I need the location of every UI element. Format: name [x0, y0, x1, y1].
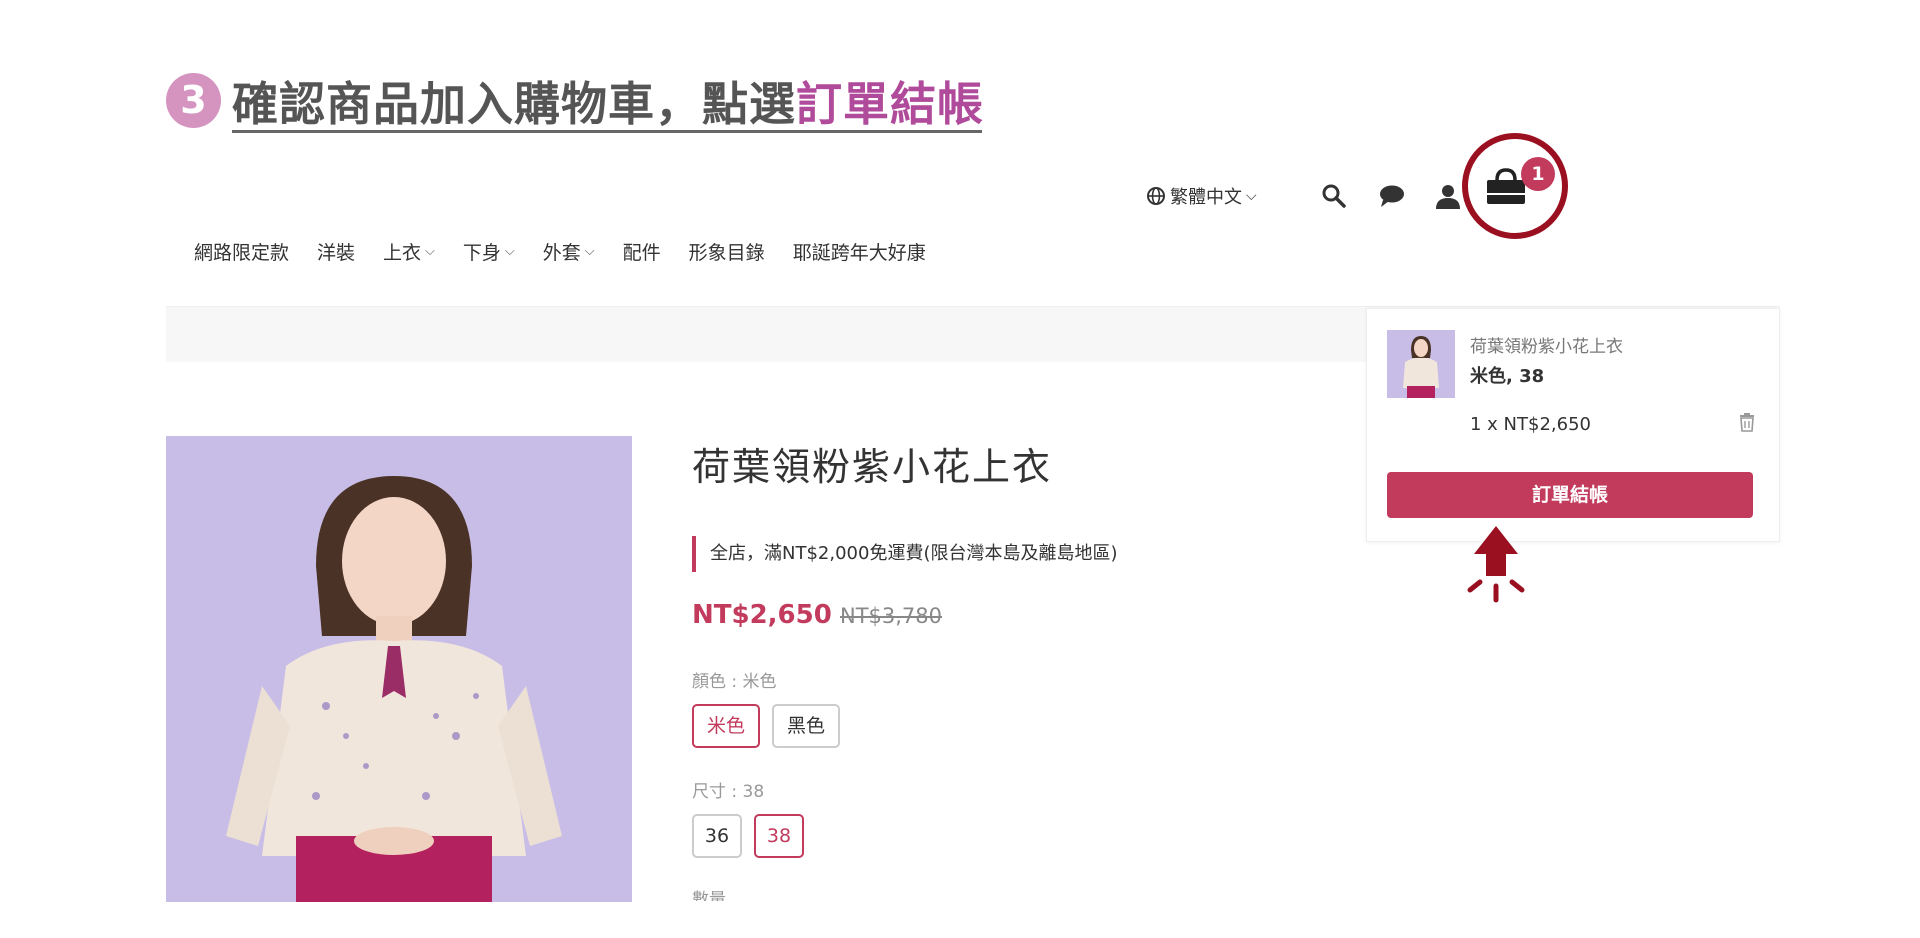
- cart-count-badge: 1: [1521, 157, 1555, 191]
- trash-icon[interactable]: [1738, 412, 1756, 432]
- cart-item-variant: 米色, 38: [1470, 366, 1545, 387]
- step-title-underline: [232, 130, 982, 133]
- cart-item-name[interactable]: 荷葉領粉紫小花上衣: [1470, 332, 1623, 357]
- chat-icon[interactable]: [1378, 182, 1406, 210]
- nav-item-online-exclusive[interactable]: 網路限定款: [194, 238, 289, 265]
- nav-item-accessories[interactable]: 配件: [623, 238, 661, 265]
- checkout-button[interactable]: 訂單結帳: [1387, 472, 1753, 518]
- nav-item-lookbook[interactable]: 形象目錄: [689, 238, 765, 265]
- color-option-black[interactable]: 黑色: [772, 704, 840, 748]
- color-option-beige[interactable]: 米色: [692, 704, 760, 748]
- product-title: 荷葉領粉紫小花上衣: [692, 445, 1053, 489]
- language-selector[interactable]: 繁體中文 ⌵: [1146, 183, 1257, 209]
- original-price: NT$3,780: [840, 604, 943, 628]
- arrow-up-icon: [1467, 526, 1525, 603]
- step-instruction-title: 確認商品加入購物車，點選訂單結帳: [232, 68, 984, 134]
- chevron-down-icon: ⌵: [1246, 188, 1257, 204]
- chevron-down-icon: ⌵: [504, 244, 515, 259]
- search-icon[interactable]: [1320, 182, 1348, 210]
- model-illustration: [166, 436, 632, 902]
- size-option-38[interactable]: 38: [754, 814, 804, 858]
- quantity-label: 數量: [692, 890, 726, 901]
- nav-label: 上衣: [383, 242, 422, 264]
- chevron-down-icon: ⌵: [425, 244, 435, 259]
- nav-label: 形象目錄: [688, 242, 765, 264]
- language-label: 繁體中文: [1170, 187, 1242, 208]
- nav-label: 下身: [462, 242, 501, 264]
- nav-item-outerwear[interactable]: 外套 ⌵: [543, 238, 595, 265]
- product-image[interactable]: [166, 436, 632, 902]
- user-icon[interactable]: [1434, 182, 1462, 210]
- step-number-badge: 3: [166, 73, 221, 128]
- cart-item-quantity-price: 1 x NT$2,650: [1470, 414, 1591, 435]
- chevron-down-icon: ⌵: [584, 244, 595, 259]
- cart-item-thumbnail[interactable]: [1387, 330, 1455, 398]
- nav-label: 外套: [542, 242, 581, 264]
- shipping-promo: 全店，滿NT$2,000免運費(限台灣本島及離島地區): [692, 536, 1118, 572]
- size-option-36[interactable]: 36: [692, 814, 742, 858]
- main-nav: 網路限定款 洋裝 上衣 ⌵ 下身 ⌵ 外套 ⌵ 配件 形象目錄 耶誕跨年大好康: [194, 238, 954, 265]
- nav-label: 網路限定款: [194, 242, 290, 264]
- step-title-prefix: 確認商品加入購物車，點選: [232, 77, 796, 131]
- nav-item-bottoms[interactable]: 下身 ⌵: [463, 238, 515, 265]
- nav-label: 耶誕跨年大好康: [792, 242, 926, 264]
- nav-label: 配件: [622, 242, 661, 264]
- nav-item-tops[interactable]: 上衣 ⌵: [383, 238, 435, 265]
- step-title-highlight: 訂單結帳: [796, 77, 984, 131]
- nav-label: 洋裝: [317, 242, 356, 264]
- size-label: 尺寸 : 38: [692, 782, 765, 802]
- sale-price: NT$2,650: [692, 600, 832, 630]
- color-label: 顏色 : 米色: [692, 672, 777, 692]
- globe-icon: [1147, 187, 1165, 205]
- thumbnail-illustration: [1387, 330, 1455, 398]
- nav-item-dresses[interactable]: 洋裝: [317, 238, 355, 265]
- nav-item-holiday-sale[interactable]: 耶誕跨年大好康: [793, 238, 926, 265]
